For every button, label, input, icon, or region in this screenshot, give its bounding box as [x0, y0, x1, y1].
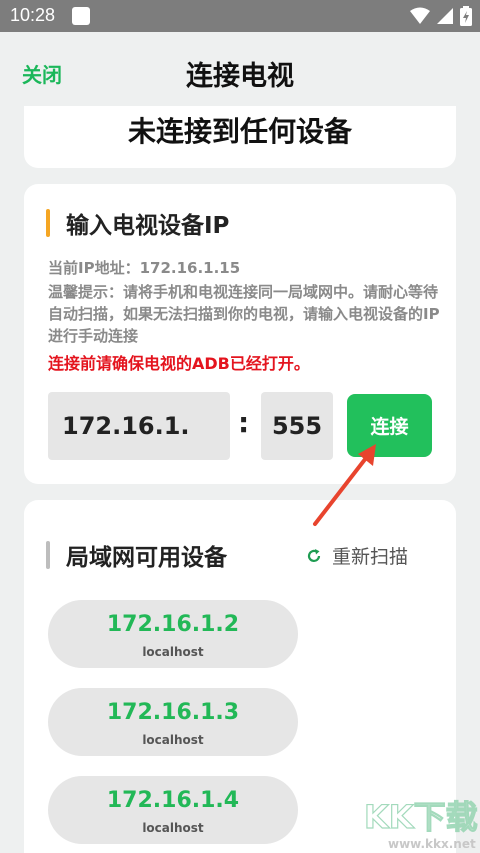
rescan-button[interactable]: 重新扫描: [306, 542, 408, 569]
svg-text:KK下载: KK下载: [364, 798, 478, 836]
device-item[interactable]: 172.16.1.2 localhost: [48, 600, 298, 668]
current-ip-text: 当前IP地址：172.16.1.15: [48, 259, 241, 277]
wifi-icon: [410, 7, 430, 24]
adb-warning-text: 连接前请确保电视的ADB已经打开。: [48, 354, 310, 373]
arrow-annotation: [313, 444, 376, 526]
app-bar: 关闭 连接电视: [0, 32, 480, 106]
ip-input[interactable]: 172.16.1.: [48, 392, 230, 460]
device-host: localhost: [142, 821, 204, 835]
section-accent-bar: [46, 209, 50, 237]
rescan-label: 重新扫描: [332, 546, 409, 568]
tip-text: 温馨提示：请将手机和电视连接同一局域网中。请耐心等待自动扫描，如果无法扫描到你的…: [48, 283, 440, 345]
refresh-icon: [307, 548, 321, 562]
device-ip: 172.16.1.3: [106, 700, 240, 725]
lan-section-title: 局域网可用设备: [66, 545, 227, 571]
connection-status-text: 未连接到任何设备: [127, 115, 352, 148]
lan-section-header: 局域网可用设备: [46, 538, 227, 572]
status-icons: [410, 6, 472, 26]
page-title: 连接电视: [186, 61, 294, 92]
device-item[interactable]: 172.16.1.4 localhost: [48, 776, 298, 844]
battery-icon: [460, 6, 472, 26]
signal-icon: [437, 8, 453, 24]
ip-port-separator: :: [238, 406, 250, 439]
manual-section-title: 输入电视设备IP: [66, 213, 230, 239]
connection-status-card: 未连接到任何设备: [24, 106, 456, 168]
device-host: localhost: [142, 733, 204, 747]
manual-ip-card: 输入电视设备IP 当前IP地址：172.16.1.15 温馨提示：请将手机和电视…: [24, 184, 456, 484]
section-accent-bar: [46, 541, 50, 569]
manual-section-header: 输入电视设备IP: [46, 206, 229, 240]
device-host: localhost: [142, 645, 204, 659]
status-bar: 10:28: [0, 0, 480, 32]
notification-icon: [72, 7, 90, 25]
device-ip: 172.16.1.4: [106, 788, 240, 813]
device-ip: 172.16.1.2: [106, 612, 240, 637]
watermark-url: www.kkx.net: [388, 837, 476, 851]
status-time: 10:28: [10, 5, 56, 25]
watermark-logo: KK下载 www.kkx.net: [363, 797, 478, 851]
device-item[interactable]: 172.16.1.3 localhost: [48, 688, 298, 756]
